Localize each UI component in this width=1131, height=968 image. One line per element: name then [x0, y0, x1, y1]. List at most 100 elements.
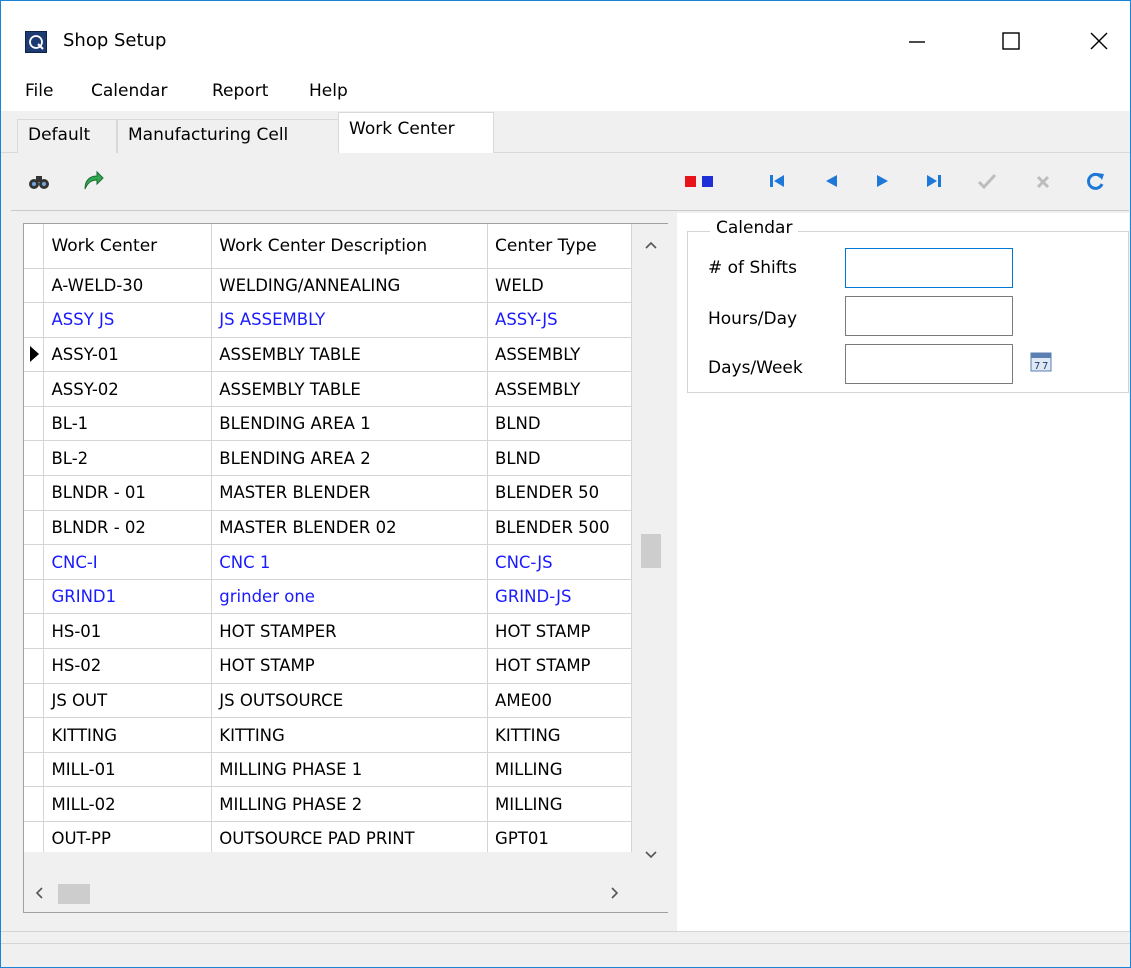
- tab-manufacturing-cell[interactable]: Manufacturing Cell: [117, 119, 339, 153]
- cell-work-center[interactable]: A-WELD-30: [43, 268, 213, 304]
- cell-description[interactable]: BLENDING AREA 2: [211, 440, 489, 477]
- cell-work-center[interactable]: HS-02: [43, 648, 213, 684]
- table-row[interactable]: JS OUT JS OUTSOURCE AME00: [24, 683, 632, 719]
- cell-center-type[interactable]: BLENDER 50: [487, 475, 632, 511]
- table-row[interactable]: OUT-PP OUTSOURCE PAD PRINT GPT01: [24, 821, 632, 852]
- cell-description[interactable]: BLENDING AREA 1: [211, 406, 489, 442]
- cell-description[interactable]: MASTER BLENDER 02: [211, 510, 489, 546]
- table-row[interactable]: HS-02 HOT STAMP HOT STAMP: [24, 648, 632, 684]
- menu-file[interactable]: File: [25, 81, 53, 101]
- cell-center-type[interactable]: MILLING: [487, 786, 632, 822]
- cell-center-type[interactable]: HOT STAMP: [487, 648, 632, 684]
- table-row[interactable]: CNC-I CNC 1 CNC-JS: [24, 544, 632, 580]
- table-row[interactable]: A-WELD-30 WELDING/ANNEALING WELD: [24, 268, 632, 304]
- scroll-up-icon[interactable]: [644, 240, 658, 250]
- cell-work-center[interactable]: BL-2: [43, 440, 213, 477]
- hours-per-day-field[interactable]: [845, 296, 1013, 336]
- cell-center-type[interactable]: BLND: [487, 406, 632, 442]
- close-button[interactable]: [1071, 15, 1127, 67]
- cell-work-center[interactable]: ASSY-02: [43, 371, 213, 407]
- table-row[interactable]: MILL-01 MILLING PHASE 1 MILLING: [24, 752, 632, 788]
- menu-calendar[interactable]: Calendar: [91, 81, 167, 101]
- table-row[interactable]: HS-01 HOT STAMPER HOT STAMP: [24, 613, 632, 650]
- cancel-icon[interactable]: [1031, 169, 1055, 193]
- cell-center-type[interactable]: ASSEMBLY: [487, 371, 632, 407]
- cell-work-center[interactable]: ASSY-01: [43, 337, 213, 373]
- table-row[interactable]: BLNDR - 02 MASTER BLENDER 02 BLENDER 500: [24, 510, 632, 546]
- table-row[interactable]: ASSY-02 ASSEMBLY TABLE ASSEMBLY: [24, 371, 632, 407]
- cell-work-center[interactable]: KITTING: [43, 717, 213, 753]
- cell-description[interactable]: OUTSOURCE PAD PRINT: [211, 821, 489, 852]
- cell-center-type[interactable]: ASSY-JS: [487, 302, 632, 338]
- green-arrow-icon[interactable]: [81, 169, 105, 193]
- cell-work-center[interactable]: GRIND1: [43, 579, 213, 615]
- cell-center-type[interactable]: ASSEMBLY: [487, 337, 632, 373]
- cell-center-type[interactable]: GPT01: [487, 821, 632, 852]
- menu-help[interactable]: Help: [309, 81, 348, 101]
- table-row[interactable]: BL-2 BLENDING AREA 2 BLND: [24, 440, 632, 477]
- table-row[interactable]: ASSY-01 ASSEMBLY TABLE ASSEMBLY: [24, 337, 632, 373]
- cell-description[interactable]: grinder one: [211, 579, 489, 615]
- cell-description[interactable]: JS OUTSOURCE: [211, 683, 489, 719]
- cell-description[interactable]: MILLING PHASE 1: [211, 752, 489, 788]
- tab-default[interactable]: Default: [17, 119, 117, 153]
- cell-description[interactable]: JS ASSEMBLY: [211, 302, 489, 338]
- shifts-field[interactable]: [845, 248, 1013, 288]
- cell-center-type[interactable]: MILLING: [487, 752, 632, 788]
- cell-work-center[interactable]: MILL-02: [43, 786, 213, 822]
- table-row[interactable]: ASSY JS JS ASSEMBLY ASSY-JS: [24, 302, 632, 338]
- cell-work-center[interactable]: ASSY JS: [43, 302, 213, 338]
- maximize-button[interactable]: [983, 15, 1039, 67]
- cell-description[interactable]: ASSEMBLY TABLE: [211, 371, 489, 407]
- cell-description[interactable]: ASSEMBLY TABLE: [211, 337, 489, 373]
- cell-center-type[interactable]: BLENDER 500: [487, 510, 632, 546]
- vertical-scrollbar[interactable]: [632, 224, 668, 874]
- horizontal-scroll-thumb[interactable]: [58, 884, 90, 904]
- tab-work-center[interactable]: Work Center: [338, 112, 494, 154]
- previous-record-icon[interactable]: [819, 169, 843, 193]
- cell-work-center[interactable]: JS OUT: [43, 683, 213, 719]
- first-record-icon[interactable]: [765, 169, 789, 193]
- cell-center-type[interactable]: GRIND-JS: [487, 579, 632, 615]
- confirm-icon[interactable]: [975, 169, 999, 193]
- table-row[interactable]: GRIND1 grinder one GRIND-JS: [24, 579, 632, 615]
- cell-center-type[interactable]: WELD: [487, 268, 632, 304]
- column-header-description[interactable]: Work Center Description: [211, 224, 489, 269]
- horizontal-scrollbar[interactable]: [24, 874, 668, 912]
- column-header-work-center[interactable]: Work Center: [43, 224, 213, 269]
- calendar-icon[interactable]: 77: [1029, 350, 1053, 374]
- cell-center-type[interactable]: BLND: [487, 440, 632, 477]
- cell-description[interactable]: HOT STAMPER: [211, 613, 489, 650]
- cell-center-type[interactable]: AME00: [487, 683, 632, 719]
- scroll-down-icon[interactable]: [644, 850, 658, 860]
- table-row[interactable]: BL-1 BLENDING AREA 1 BLND: [24, 406, 632, 442]
- binoculars-icon[interactable]: [27, 169, 51, 193]
- cell-work-center[interactable]: MILL-01: [43, 752, 213, 788]
- last-record-icon[interactable]: [923, 169, 947, 193]
- scroll-left-icon[interactable]: [34, 886, 44, 900]
- table-row[interactable]: BLNDR - 01 MASTER BLENDER BLENDER 50: [24, 475, 632, 511]
- next-record-icon[interactable]: [871, 169, 895, 193]
- cell-work-center[interactable]: HS-01: [43, 613, 213, 650]
- cell-center-type[interactable]: CNC-JS: [487, 544, 632, 580]
- cell-description[interactable]: WELDING/ANNEALING: [211, 268, 489, 304]
- refresh-icon[interactable]: [1083, 169, 1107, 193]
- scroll-right-icon[interactable]: [610, 886, 620, 900]
- cell-work-center[interactable]: OUT-PP: [43, 821, 213, 852]
- red-blue-squares-icon[interactable]: [683, 169, 713, 193]
- vertical-scroll-thumb[interactable]: [641, 534, 661, 568]
- cell-work-center[interactable]: BLNDR - 02: [43, 510, 213, 546]
- cell-center-type[interactable]: KITTING: [487, 717, 632, 753]
- cell-work-center[interactable]: BL-1: [43, 406, 213, 442]
- cell-description[interactable]: MILLING PHASE 2: [211, 786, 489, 822]
- table-row[interactable]: MILL-02 MILLING PHASE 2 MILLING: [24, 786, 632, 822]
- cell-work-center[interactable]: CNC-I: [43, 544, 213, 580]
- table-row[interactable]: KITTING KITTING KITTING: [24, 717, 632, 753]
- cell-description[interactable]: KITTING: [211, 717, 489, 753]
- menu-report[interactable]: Report: [212, 81, 268, 101]
- cell-work-center[interactable]: BLNDR - 01: [43, 475, 213, 511]
- cell-center-type[interactable]: HOT STAMP: [487, 613, 632, 650]
- column-header-center-type[interactable]: Center Type: [487, 224, 632, 269]
- cell-description[interactable]: CNC 1: [211, 544, 489, 580]
- cell-description[interactable]: HOT STAMP: [211, 648, 489, 684]
